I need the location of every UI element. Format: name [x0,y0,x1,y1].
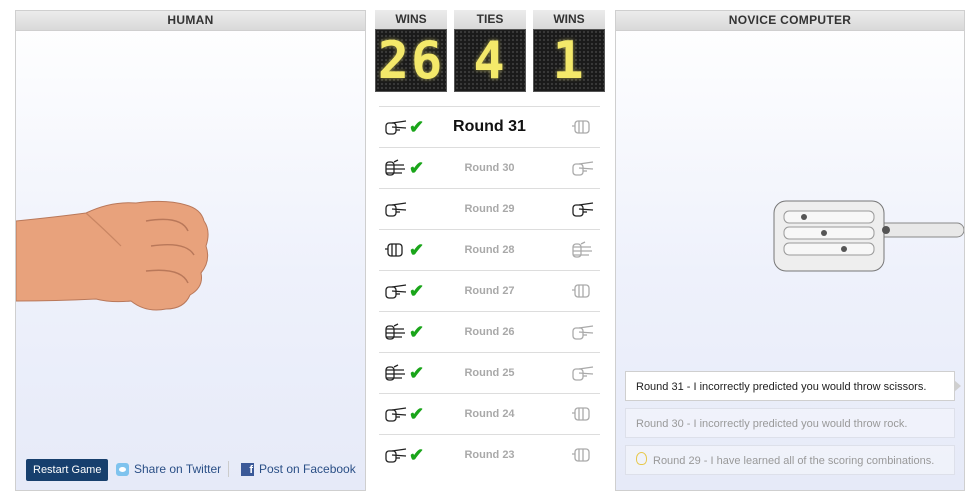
round-label: Round 29 [464,203,515,215]
computer-paper-icon [570,240,596,260]
win-check-icon: ✔ [409,321,425,342]
win-check-icon: ✔ [409,362,425,383]
restart-game-button[interactable]: Restart Game [26,459,109,481]
human-wins-score: WINS 26 [375,10,447,92]
human-scissors-icon [383,445,409,465]
computer-rock-icon [570,281,596,301]
computer-wins-value: 1 [552,30,586,91]
computer-panel-title: NOVICE COMPUTER [616,11,964,31]
computer-panel: NOVICE COMPUTER Round 31 - I incorrectly… [615,10,965,491]
ties-value: 4 [473,30,507,91]
human-paper-icon [383,322,409,342]
computer-message: Round 29 - I have learned all of the sco… [625,445,955,475]
facebook-icon: f [241,462,254,476]
computer-message-text: Round 29 - I have learned all of the sco… [653,455,935,467]
human-paper-icon [383,158,409,178]
human-scissors-icon [383,281,409,301]
computer-rock-icon [570,404,596,424]
ties-display: 4 [454,29,526,92]
win-check-icon: ✔ [409,403,425,424]
human-scissors-icon [383,404,409,424]
share-twitter-label: Share on Twitter [134,462,222,476]
computer-message-text: Round 30 - I incorrectly predicted you w… [636,418,908,430]
win-check-icon: ✔ [409,444,425,465]
divider [228,461,229,477]
human-rock-icon [383,240,409,260]
computer-wins-label: WINS [533,10,605,29]
human-paper-icon [383,363,409,383]
human-wins-display: 26 [375,29,447,92]
computer-message: Round 31 - I incorrectly predicted you w… [625,371,961,401]
human-wins-label: WINS [375,10,447,29]
round-row: ✔ Round 25 [379,352,600,393]
computer-wins-display: 1 [533,29,605,92]
ties-label: TIES [454,10,526,29]
share-twitter-link[interactable]: Share on Twitter [116,462,221,476]
human-scissors-icon [383,117,409,137]
win-check-icon: ✔ [409,280,425,301]
computer-rock-icon [570,445,596,465]
round-row: ✔ Round 27 [379,270,600,311]
win-check-icon: ✔ [409,239,425,260]
human-wins-value: 26 [377,30,445,91]
human-scissors-icon [383,199,409,219]
round-row: ✔ Round 30 [379,147,600,188]
round-row: ✔ Round 26 [379,311,600,352]
round-row: ✔ Round 24 [379,393,600,434]
round-row: ✔ Round 31 [379,106,600,147]
post-facebook-link[interactable]: f Post on Facebook [241,462,356,476]
computer-message-text: Round 31 - I incorrectly predicted you w… [636,381,927,393]
win-check-icon: ✔ [409,116,425,137]
computer-scissors-icon [570,363,596,383]
post-facebook-label: Post on Facebook [259,462,356,476]
round-row: Round 29 [379,188,600,229]
ties-score: TIES 4 [454,10,526,92]
twitter-icon [116,462,129,476]
human-panel: HUMAN Restart Game Share on Twitter f Po… [15,10,366,491]
robot-rock-hand-image [773,200,964,272]
computer-scissors-icon [570,322,596,342]
computer-rock-icon [570,117,596,137]
win-check-icon: ✔ [409,157,425,178]
lightbulb-icon [636,452,647,465]
computer-scissors-icon [570,199,596,219]
round-row: ✔ Round 28 [379,229,600,270]
computer-scissors-icon [570,158,596,178]
rounds-history-list: ✔ Round 31 ✔ Round 30 Round 29 ✔ Round 28 ✔ Roun… [379,106,600,490]
computer-wins-score: WINS 1 [533,10,605,92]
computer-message: Round 30 - I incorrectly predicted you w… [625,408,955,438]
human-rock-hand-image [16,200,209,311]
round-row: ✔ Round 23 [379,434,600,475]
human-panel-title: HUMAN [16,11,365,31]
